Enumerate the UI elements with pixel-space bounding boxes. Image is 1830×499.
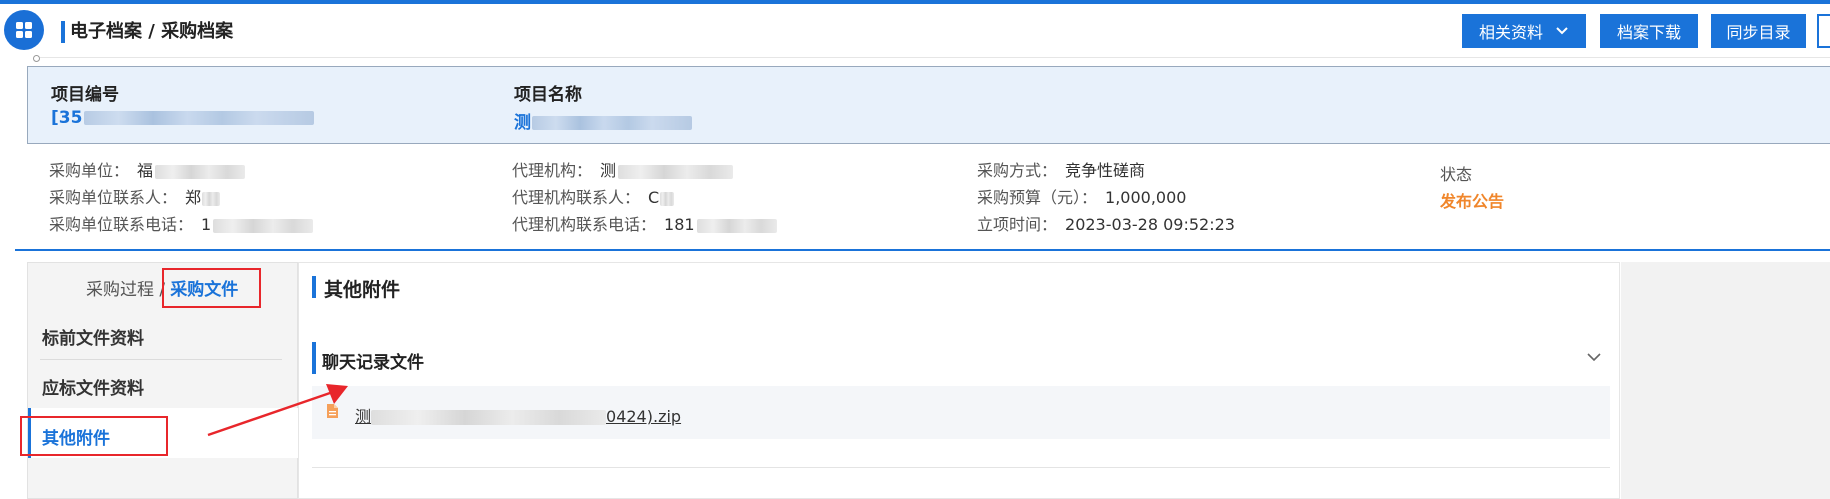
section-title: 其他附件 (324, 279, 401, 301)
nav-divider (40, 359, 282, 360)
annotation-arrow-icon (207, 384, 348, 437)
agency-value: 测 (600, 161, 617, 180)
main-content-panel (298, 262, 1620, 499)
agency-label: 代理机构： (512, 161, 593, 180)
top-accent-line (0, 0, 1830, 4)
redacted-blur (371, 410, 607, 425)
date-value: 2023-03-28 09:52:23 (1065, 215, 1235, 234)
breadcrumb-accent (61, 21, 65, 43)
overflow-button-edge[interactable] (1817, 14, 1830, 48)
highlight-box-nav (20, 416, 168, 456)
agency-phone-row: 代理机构联系电话： 181 (512, 215, 777, 235)
section-divider (15, 249, 1830, 251)
method-label: 采购方式： (977, 161, 1058, 180)
date-row: 立项时间： 2023-03-28 09:52:23 (977, 215, 1235, 235)
purchaser-contact-value: 郑 (185, 188, 202, 207)
budget-label: 采购预算（元）： (977, 188, 1098, 207)
redacted-blur (84, 111, 315, 125)
purchaser-contact-label: 采购单位联系人： (49, 188, 178, 207)
purchaser-phone-row: 采购单位联系电话： 1 (49, 215, 314, 235)
purchaser-contact-row: 采购单位联系人： 郑 (49, 188, 221, 208)
archive-download-button[interactable]: 档案下载 (1600, 14, 1698, 48)
purchaser-phone-label: 采购单位联系电话： (49, 215, 194, 234)
chevron-down-icon (1556, 27, 1568, 35)
project-number-value: [35 (51, 108, 315, 128)
attachment-file-link[interactable]: 测 0424).zip (355, 403, 681, 427)
status-badge: 发布公告 (1440, 192, 1505, 211)
related-materials-label: 相关资料 (1478, 23, 1543, 42)
budget-value: 1,000,000 (1105, 188, 1187, 207)
agency-phone-value: 181 (664, 215, 695, 234)
method-row: 采购方式： 竞争性磋商 (977, 161, 1145, 181)
file-name-suffix: 0424).zip (606, 407, 682, 426)
related-materials-button[interactable]: 相关资料 (1462, 14, 1586, 48)
sync-catalog-button[interactable]: 同步目录 (1711, 14, 1806, 48)
project-summary-card (27, 66, 1830, 144)
redacted-blur (213, 218, 314, 233)
agency-contact-value: C (648, 188, 660, 207)
date-label: 立项时间： (977, 215, 1058, 234)
budget-row: 采购预算（元）： 1,000,000 (977, 188, 1186, 208)
nav-item-prebid-files[interactable]: 标前文件资料 (42, 324, 144, 349)
agency-phone-label: 代理机构联系电话： (512, 215, 657, 234)
project-number-label: 项目编号 (51, 85, 119, 105)
redacted-blur (696, 218, 777, 233)
project-name-value: 测 (514, 108, 692, 133)
highlight-box-tab (162, 268, 261, 308)
grid-icon (16, 22, 32, 38)
purchaser-value: 福 (137, 161, 154, 180)
redacted-blur (532, 116, 692, 130)
project-number-text: [35 (51, 108, 83, 128)
subsection-title-accent (312, 342, 316, 374)
nav-item-bid-files[interactable]: 应标文件资料 (42, 374, 144, 399)
section-title-accent (312, 276, 316, 298)
chevron-down-icon[interactable] (1587, 352, 1601, 362)
purchaser-row: 采购单位： 福 (49, 161, 246, 181)
agency-contact-label: 代理机构联系人： (512, 188, 641, 207)
redacted-blur (202, 191, 221, 206)
agency-row: 代理机构： 测 (512, 161, 734, 181)
right-gutter (1621, 262, 1830, 499)
breadcrumb: 电子档案 / 采购档案 (70, 21, 234, 42)
content-divider (312, 467, 1610, 468)
project-name-label: 项目名称 (514, 85, 582, 105)
header-divider (40, 57, 1830, 58)
subsection-title: 聊天记录文件 (322, 353, 424, 373)
method-value: 竞争性磋商 (1065, 161, 1146, 180)
redacted-blur (618, 164, 734, 179)
status-label: 状态 (1440, 165, 1473, 184)
redacted-blur (660, 191, 675, 206)
purchaser-phone-value: 1 (201, 215, 212, 234)
purchaser-label: 采购单位： (49, 161, 130, 180)
agency-contact-row: 代理机构联系人： C (512, 188, 675, 208)
project-name-text: 测 (514, 113, 531, 133)
app-menu-button[interactable] (4, 10, 44, 50)
tab-procurement-process[interactable]: 采购过程 / (86, 280, 165, 300)
redacted-blur (155, 164, 246, 179)
